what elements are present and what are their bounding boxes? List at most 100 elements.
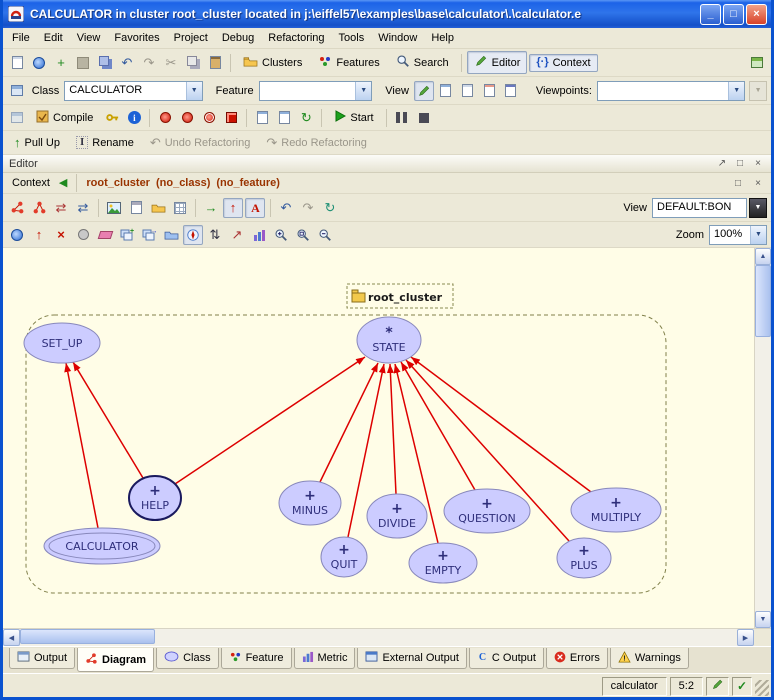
breakpoints-icon[interactable] [221, 108, 241, 128]
tab-c-output[interactable]: C C Output [469, 648, 544, 669]
undo-refactoring-button[interactable]: ↶ Undo Refactoring [143, 133, 258, 152]
viewpoints-combo[interactable]: ▼ [597, 81, 745, 101]
tab-output[interactable]: Output [9, 648, 75, 669]
save-icon[interactable] [73, 53, 93, 73]
eraser-icon[interactable] [95, 225, 115, 245]
basic-text-view-icon[interactable] [414, 81, 434, 101]
project-info-icon[interactable]: i [124, 108, 144, 128]
refresh-diagram-icon[interactable]: ↻ [320, 198, 340, 218]
tab-diagram[interactable]: Diagram [77, 648, 154, 672]
interface-view-icon[interactable] [501, 81, 521, 101]
zoom-combo[interactable]: 100% ▼ [709, 225, 767, 245]
client-link-depth-icon[interactable]: ⇄ [51, 198, 71, 218]
project-settings-icon[interactable] [7, 108, 27, 128]
clickable-view-icon[interactable] [436, 81, 456, 101]
resize-grip[interactable] [755, 680, 769, 696]
scroll-down-icon[interactable]: ▼ [755, 611, 771, 628]
start-button[interactable]: Start [327, 107, 380, 128]
disable-breakpoints-icon[interactable] [199, 108, 219, 128]
export-image-icon[interactable] [104, 198, 124, 218]
text-label-tool-icon[interactable]: A [245, 198, 265, 218]
tab-metric[interactable]: Metric [294, 648, 356, 669]
viewpoints-combo-arrow-icon[interactable]: ▼ [728, 82, 744, 100]
objects-tool-icon[interactable] [155, 108, 175, 128]
restart-icon[interactable]: ↻ [296, 108, 316, 128]
menu-favorites[interactable]: Favorites [107, 29, 166, 47]
menu-file[interactable]: File [5, 29, 37, 47]
paste-icon[interactable] [205, 53, 225, 73]
class-combo[interactable]: CALCULATOR ▼ [64, 81, 202, 101]
redo-icon[interactable]: ↷ [139, 53, 159, 73]
step-over-icon[interactable] [274, 108, 294, 128]
toggle-labels-icon[interactable]: ⇅ [205, 225, 225, 245]
fit-to-window-icon[interactable] [293, 225, 313, 245]
close-panel-icon[interactable]: × [751, 157, 765, 171]
diagram-canvas[interactable]: root_clusterSET_UP*STATE+HELPCALCULATOR+… [3, 248, 754, 628]
tab-errors[interactable]: Errors [546, 648, 608, 669]
menu-tools[interactable]: Tools [332, 29, 372, 47]
new-window-icon[interactable] [7, 53, 27, 73]
cluster-view-icon[interactable] [161, 225, 181, 245]
menu-window[interactable]: Window [371, 29, 424, 47]
show-ancestors-icon[interactable]: ↑ [29, 225, 49, 245]
class-relations-icon[interactable] [7, 198, 27, 218]
horizontal-scroll-thumb[interactable] [20, 629, 155, 644]
horizontal-scroll-track[interactable] [20, 629, 737, 646]
close-button[interactable]: × [746, 4, 767, 25]
maximize-panel-icon[interactable]: □ [733, 157, 747, 171]
diagram-view-combo[interactable]: DEFAULT:BON [652, 198, 747, 218]
diagram-redo-icon[interactable]: ↷ [298, 198, 318, 218]
scroll-left-icon[interactable]: ◀ [3, 629, 20, 646]
add-descendants-icon[interactable]: → [139, 225, 159, 245]
maximize-context-icon[interactable]: □ [731, 176, 745, 190]
redo-refactoring-button[interactable]: ↷ Redo Refactoring [259, 133, 374, 152]
tab-warnings[interactable]: ! Warnings [610, 648, 689, 669]
diagram-view-menu-button[interactable]: ▼ [749, 198, 767, 218]
stop-icon[interactable] [414, 108, 434, 128]
rename-button[interactable]: I Rename [69, 133, 141, 152]
menu-refactoring[interactable]: Refactoring [261, 29, 331, 47]
maximize-button[interactable]: □ [723, 4, 744, 25]
reroute-links-icon[interactable]: ↗ [227, 225, 247, 245]
editor-toggle-button[interactable]: Editor [467, 51, 528, 74]
menu-edit[interactable]: Edit [37, 29, 70, 47]
watch-tool-icon[interactable] [177, 108, 197, 128]
tab-external-output[interactable]: External Output [357, 648, 466, 669]
add-item-icon[interactable]: + [51, 53, 71, 73]
features-button[interactable]: Features [311, 52, 386, 73]
undo-icon[interactable]: ↶ [117, 53, 137, 73]
tab-feature[interactable]: Feature [221, 648, 292, 669]
zoom-out-icon[interactable] [315, 225, 335, 245]
menu-view[interactable]: View [70, 29, 108, 47]
compile-button[interactable]: Compile [29, 107, 100, 129]
clusters-button[interactable]: Clusters [236, 52, 309, 74]
diagram-statistics-icon[interactable] [249, 225, 269, 245]
step-into-icon[interactable] [252, 108, 272, 128]
vertical-scroll-track[interactable] [755, 265, 771, 611]
search-button[interactable]: Search [389, 51, 456, 74]
close-context-icon[interactable]: × [751, 176, 765, 190]
save-all-icon[interactable] [95, 53, 115, 73]
hide-class-icon[interactable] [73, 225, 93, 245]
diagram-grid-icon[interactable] [170, 198, 190, 218]
vertical-scrollbar[interactable]: ▲ ▼ [754, 248, 771, 628]
feature-combo[interactable]: ▼ [259, 81, 373, 101]
menu-debug[interactable]: Debug [215, 29, 261, 47]
pause-icon[interactable] [392, 108, 412, 128]
class-tool-icon[interactable] [7, 81, 27, 101]
feature-combo-arrow-icon[interactable]: ▼ [355, 82, 371, 100]
remove-item-icon[interactable]: × [51, 225, 71, 245]
add-client-link-icon[interactable]: → [201, 198, 221, 218]
add-ancestors-icon[interactable]: + [117, 225, 137, 245]
flat-view-icon[interactable] [457, 81, 477, 101]
contract-view-icon[interactable] [479, 81, 499, 101]
copy-icon[interactable] [183, 53, 203, 73]
vertical-scroll-thumb[interactable] [755, 265, 771, 337]
force-layout-icon[interactable] [183, 225, 203, 245]
print-diagram-icon[interactable] [126, 198, 146, 218]
tab-class[interactable]: Class [156, 648, 219, 669]
context-cluster[interactable]: root_cluster [86, 177, 150, 189]
minimize-button[interactable]: _ [700, 4, 721, 25]
finalize-key-icon[interactable] [102, 108, 122, 128]
supplier-link-depth-icon[interactable]: ⇄ [73, 198, 93, 218]
